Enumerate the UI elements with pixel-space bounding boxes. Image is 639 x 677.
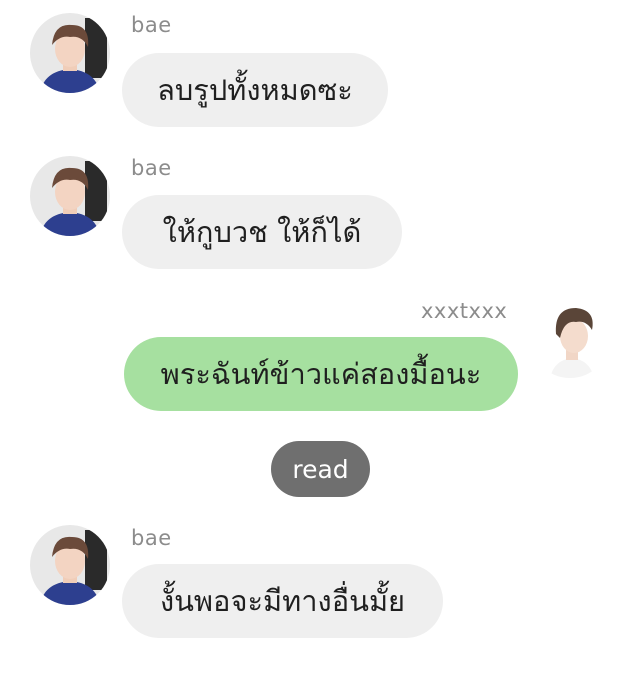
- sender-name: bae: [131, 526, 172, 550]
- bae-avatar[interactable]: [30, 13, 110, 93]
- sender-name: bae: [131, 13, 172, 37]
- sender-name: bae: [131, 156, 172, 180]
- bae-avatar[interactable]: [30, 525, 110, 605]
- bae-avatar[interactable]: [30, 156, 110, 236]
- message-bubble[interactable]: พระฉันท์ข้าวแค่สองมื้อนะ: [124, 337, 518, 411]
- sender-name: xxxtxxx: [421, 299, 508, 323]
- xxxtxxx-avatar[interactable]: [530, 298, 610, 378]
- message-bubble[interactable]: งั้นพอจะมีทางอื่นมั้ย: [122, 564, 443, 638]
- message-bubble[interactable]: ลบรูปทั้งหมดซะ: [122, 53, 388, 127]
- read-receipt-badge: read: [271, 441, 370, 497]
- message-bubble[interactable]: ให้กูบวช ให้ก็ได้: [122, 195, 402, 269]
